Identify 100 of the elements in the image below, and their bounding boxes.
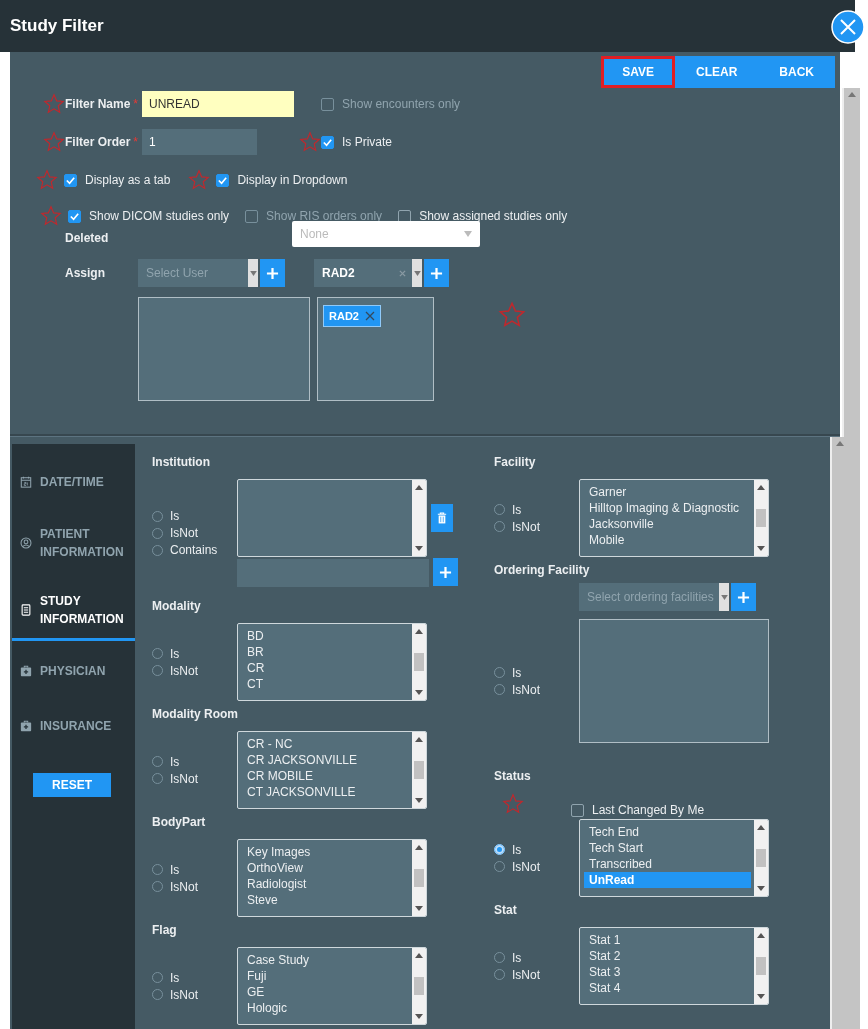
group-select[interactable]: RAD2 bbox=[314, 259, 422, 287]
scroll-thumb[interactable] bbox=[756, 509, 766, 527]
scroll-up-icon[interactable] bbox=[415, 629, 423, 634]
sidebar-tab[interactable]: INSURANCE bbox=[12, 704, 135, 751]
list-item[interactable]: Stat 1 bbox=[584, 932, 751, 948]
list-box[interactable]: Stat 1 Stat 2 Stat 3 Stat 4 bbox=[579, 927, 769, 1005]
scroll-down-icon[interactable] bbox=[757, 546, 765, 551]
list-item[interactable]: BR bbox=[242, 644, 409, 660]
reset-button[interactable]: RESET bbox=[33, 773, 111, 797]
checkbox[interactable] bbox=[68, 209, 81, 223]
list-box[interactable]: Garner Hilltop Imaging & Diagnostic Jacksonville Mobile bbox=[579, 479, 769, 557]
scroll-down-icon[interactable] bbox=[415, 798, 423, 803]
scrollbar[interactable] bbox=[412, 732, 426, 808]
scroll-up-icon[interactable] bbox=[415, 953, 423, 958]
scroll-up-icon[interactable] bbox=[757, 825, 765, 830]
list-item[interactable]: CR JACKSONVILLE bbox=[242, 752, 409, 768]
action-button[interactable]: BACK bbox=[758, 56, 835, 88]
scroll-thumb[interactable] bbox=[414, 653, 424, 671]
list-item[interactable]: Radiologist bbox=[242, 876, 409, 892]
checkbox[interactable] bbox=[216, 173, 230, 187]
add-button[interactable] bbox=[731, 583, 756, 611]
scroll-down-icon[interactable] bbox=[415, 546, 423, 551]
list-item[interactable]: Stat 3 bbox=[584, 964, 751, 980]
scroll-down-icon[interactable] bbox=[415, 690, 423, 695]
list-item[interactable]: Tech Start bbox=[584, 840, 751, 856]
delete-button[interactable] bbox=[431, 504, 453, 532]
scroll-thumb[interactable] bbox=[756, 849, 766, 867]
sidebar-tab[interactable]: DATE/TIME bbox=[12, 460, 135, 507]
list-item[interactable]: Jacksonville bbox=[584, 516, 751, 532]
action-button[interactable]: SAVE bbox=[601, 56, 675, 88]
sidebar-tab[interactable]: STUDY INFORMATION bbox=[12, 582, 135, 641]
list-item[interactable]: Garner bbox=[584, 484, 751, 500]
scrollbar[interactable] bbox=[754, 480, 768, 556]
sidebar-tab[interactable]: PATIENT INFORMATION bbox=[12, 515, 135, 574]
scroll-down-icon[interactable] bbox=[415, 1014, 423, 1019]
clear-icon[interactable] bbox=[399, 269, 406, 277]
scrollbar[interactable] bbox=[754, 820, 768, 896]
list-item[interactable]: Stat 2 bbox=[584, 948, 751, 964]
list-item[interactable]: Hilltop Imaging & Diagnostic bbox=[584, 500, 751, 516]
scroll-up-icon[interactable] bbox=[757, 485, 765, 490]
scroll-up-icon[interactable] bbox=[757, 933, 765, 938]
list-box[interactable]: Case Study Fuji GE Hologic bbox=[237, 947, 427, 1025]
list-item[interactable]: Tech End bbox=[584, 824, 751, 840]
scroll-thumb[interactable] bbox=[756, 957, 766, 975]
scrollbar[interactable] bbox=[412, 480, 426, 556]
list-item[interactable]: CR MOBILE bbox=[242, 768, 409, 784]
list-box[interactable]: BD BR CR CT bbox=[237, 623, 427, 701]
scrollbar[interactable] bbox=[412, 840, 426, 916]
list-item[interactable]: Key Images bbox=[242, 844, 409, 860]
scroll-down-icon[interactable] bbox=[757, 994, 765, 999]
tag[interactable]: RAD2 bbox=[323, 305, 381, 327]
list-box[interactable] bbox=[237, 479, 427, 557]
checkbox[interactable] bbox=[571, 803, 584, 817]
scroll-up-icon[interactable] bbox=[415, 845, 423, 850]
list-box[interactable]: CR - NC CR JACKSONVILLE CR MOBILE CT JACKSONVILLE bbox=[237, 731, 427, 809]
scroll-up-icon[interactable] bbox=[415, 485, 423, 490]
close-icon[interactable] bbox=[831, 10, 865, 44]
list-item[interactable]: Fuji bbox=[242, 968, 409, 984]
add-button[interactable] bbox=[433, 558, 458, 586]
list-item[interactable]: CR - NC bbox=[242, 736, 409, 752]
add-button[interactable] bbox=[424, 259, 449, 287]
checkbox[interactable] bbox=[64, 173, 77, 187]
list-item[interactable]: Stat 4 bbox=[584, 980, 751, 996]
list-item[interactable]: UnRead bbox=[584, 872, 751, 888]
radio-label: IsNot bbox=[170, 663, 198, 678]
scrollbar[interactable] bbox=[412, 624, 426, 700]
sidebar-tab[interactable]: PHYSICIAN bbox=[12, 649, 135, 696]
scroll-thumb[interactable] bbox=[414, 761, 424, 779]
checkbox[interactable] bbox=[321, 135, 335, 149]
calendar-icon bbox=[20, 476, 32, 488]
list-box[interactable]: Tech End Tech Start Transcribed UnRead bbox=[579, 819, 769, 897]
list-item[interactable]: CT JACKSONVILLE bbox=[242, 784, 409, 800]
list-item[interactable]: OrthoView bbox=[242, 860, 409, 876]
document-icon bbox=[20, 604, 32, 616]
list-item[interactable]: CT bbox=[242, 676, 409, 692]
dropdown-button[interactable] bbox=[248, 259, 258, 287]
scroll-thumb[interactable] bbox=[414, 869, 424, 887]
add-button[interactable] bbox=[260, 259, 285, 287]
list-item[interactable]: Mobile bbox=[584, 532, 751, 548]
list-item[interactable]: Transcribed bbox=[584, 856, 751, 872]
list-item[interactable]: CR bbox=[242, 660, 409, 676]
list-item[interactable]: Steve bbox=[242, 892, 409, 908]
scrollbar[interactable] bbox=[754, 928, 768, 1004]
scroll-down-icon[interactable] bbox=[415, 906, 423, 911]
scrollbar[interactable] bbox=[412, 948, 426, 1024]
list-item[interactable]: BD bbox=[242, 628, 409, 644]
filter-order-field[interactable]: 1 bbox=[142, 129, 258, 155]
radio-button[interactable] bbox=[494, 844, 505, 855]
list-item[interactable]: Hologic bbox=[242, 1000, 409, 1016]
list-item[interactable]: Case Study bbox=[242, 952, 409, 968]
filter-name-field[interactable]: UNREAD bbox=[142, 91, 295, 117]
scroll-down-icon[interactable] bbox=[757, 886, 765, 891]
dropdown-button[interactable] bbox=[412, 259, 422, 287]
remove-icon[interactable] bbox=[364, 311, 375, 321]
scroll-thumb[interactable] bbox=[414, 977, 424, 995]
list-box[interactable]: Key Images OrthoView Radiologist Steve bbox=[237, 839, 427, 917]
action-button[interactable]: CLEAR bbox=[675, 56, 759, 88]
list-item[interactable]: GE bbox=[242, 984, 409, 1000]
dropdown-button[interactable] bbox=[719, 583, 729, 611]
scroll-up-icon[interactable] bbox=[415, 737, 423, 742]
